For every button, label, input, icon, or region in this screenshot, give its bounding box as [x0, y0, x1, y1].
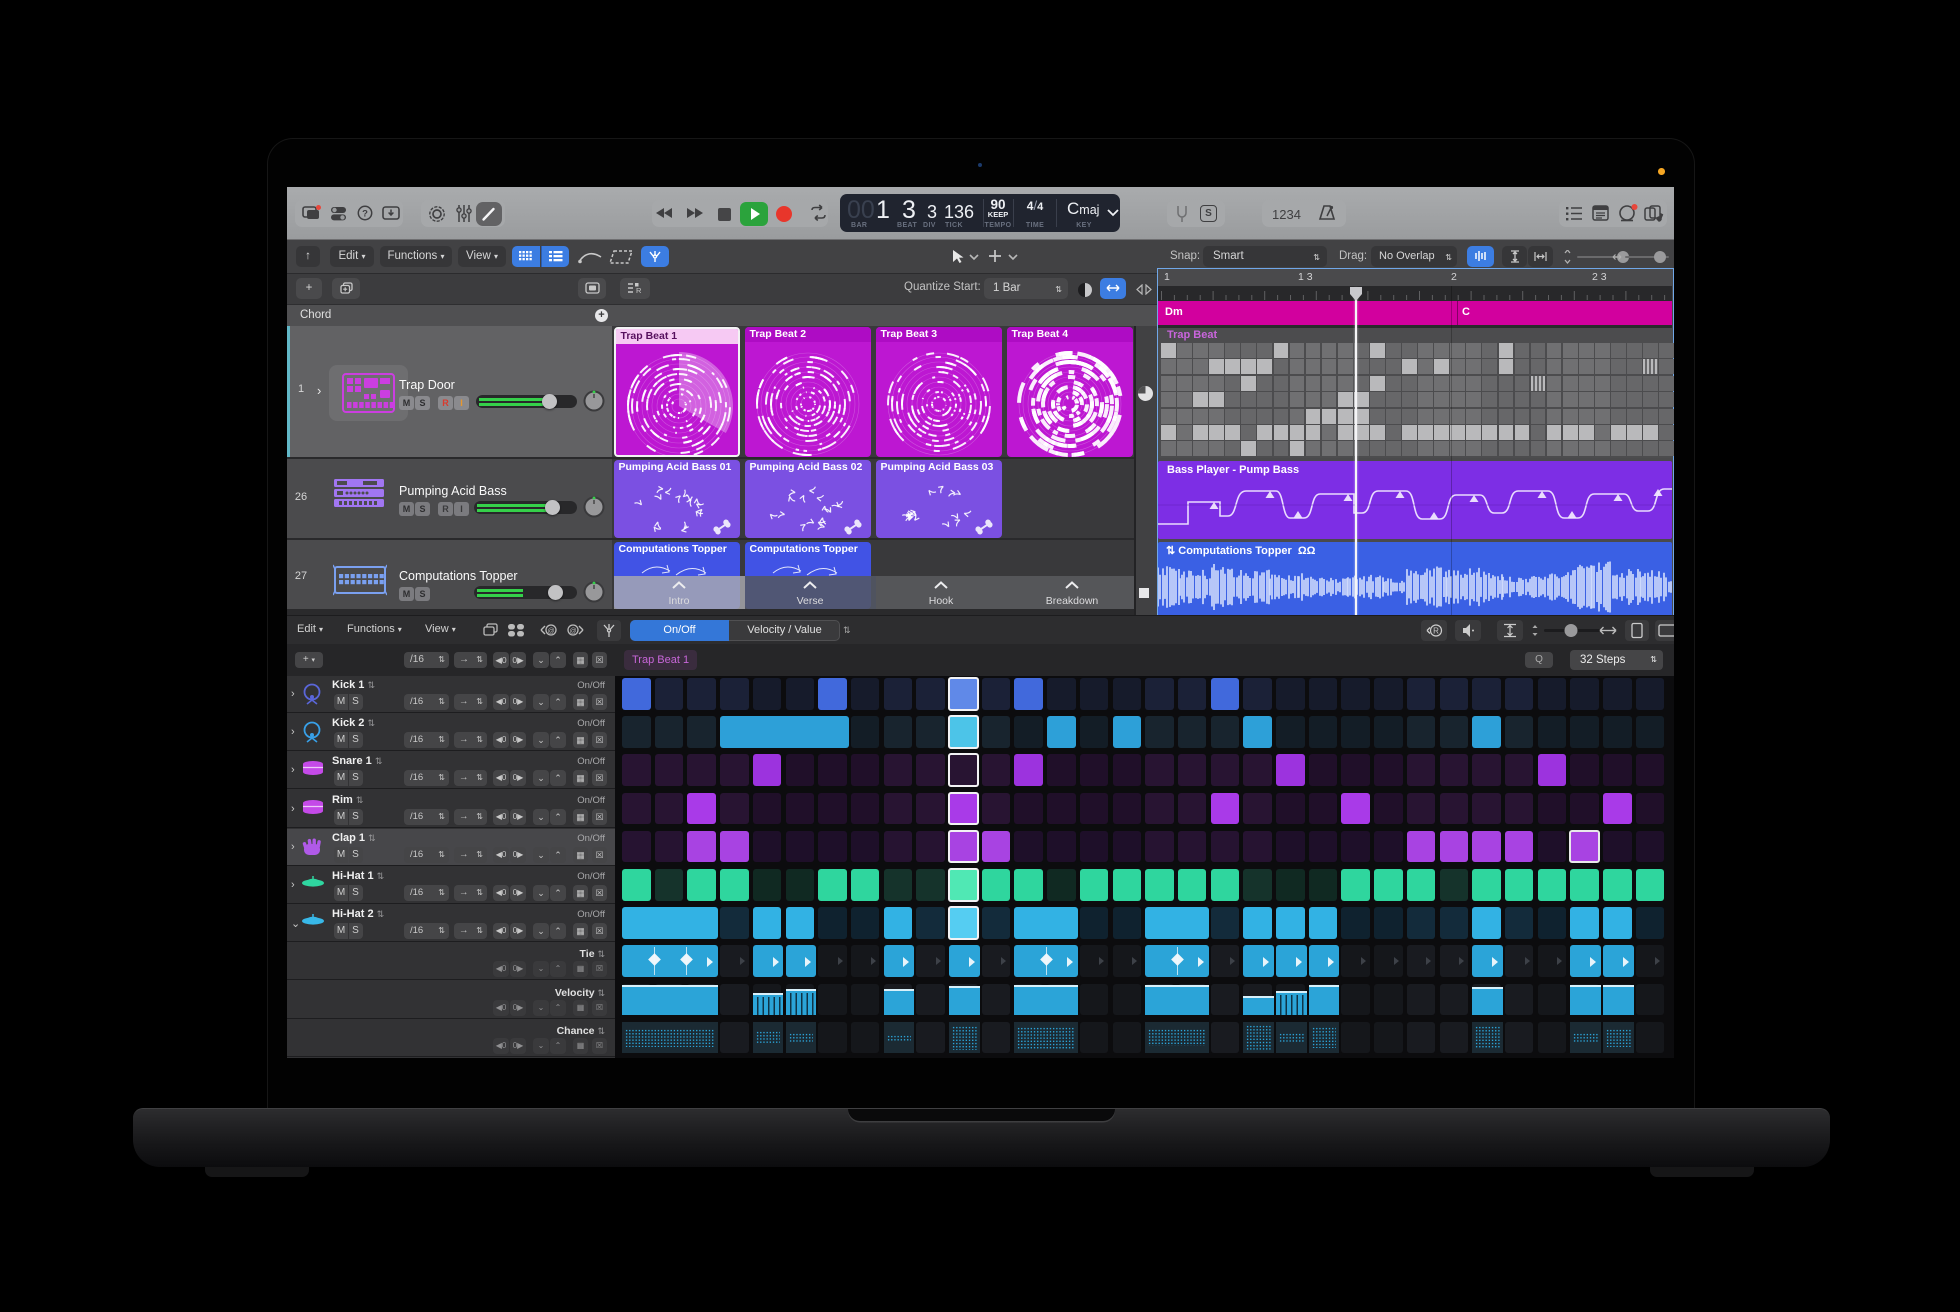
svg-text:@: @: [569, 628, 576, 635]
svg-text:?: ?: [362, 208, 368, 219]
svg-text:R: R: [1433, 627, 1439, 636]
svg-text:@: @: [547, 628, 554, 635]
svg-text:R: R: [636, 286, 642, 294]
